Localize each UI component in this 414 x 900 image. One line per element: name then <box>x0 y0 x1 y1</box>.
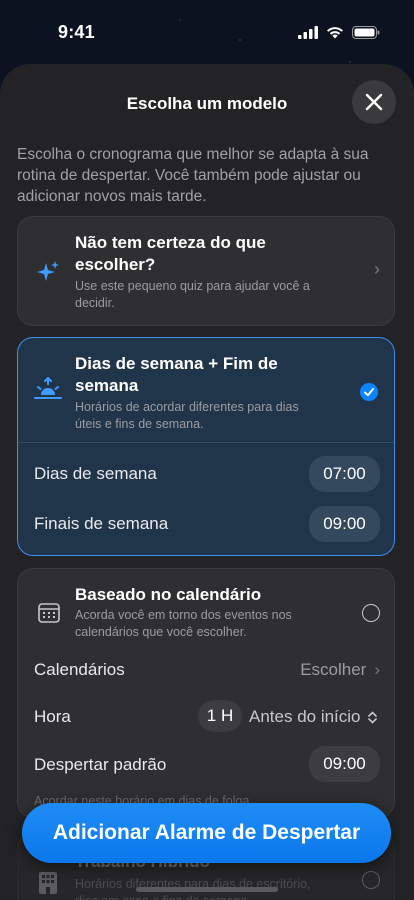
sparkles-icon <box>37 261 59 281</box>
calendars-label: Calendários <box>34 660 125 679</box>
weekends-label: Finais de semana <box>34 514 169 533</box>
time-label: Hora <box>34 707 71 726</box>
calendar-radio[interactable] <box>362 604 380 622</box>
home-indicator <box>136 887 278 892</box>
time-amount-button[interactable]: 1 H <box>198 700 242 732</box>
weekday-card-title: Dias de semana + Fim de semana <box>75 354 278 395</box>
time-relation-value: Antes do início <box>249 707 361 726</box>
battery-icon <box>352 26 380 39</box>
chevron-updown-icon <box>367 710 377 724</box>
quiz-card-title: Não tem certeza do que escolher? <box>75 233 266 274</box>
close-button[interactable] <box>352 80 396 124</box>
divider <box>18 442 394 443</box>
default-wake-time-button[interactable]: 09:00 <box>309 746 380 782</box>
close-icon <box>365 93 383 111</box>
time-relation-picker[interactable]: Antes do início <box>249 707 377 727</box>
signal-icon <box>298 26 318 39</box>
building-icon <box>39 872 57 894</box>
status-time: 9:41 <box>58 22 95 42</box>
calendar-card-title: Baseado no calendário <box>75 585 262 604</box>
calendars-choose-button[interactable]: Escolher › <box>300 660 380 680</box>
sunrise-icon <box>34 377 62 399</box>
hybrid-radio[interactable] <box>362 871 380 889</box>
calendar-icon <box>38 603 60 623</box>
add-wake-alarm-button[interactable]: Adicionar Alarme de Despertar <box>22 803 391 863</box>
weekday-weekend-card[interactable]: Dias de semana + Fim de semana Horários … <box>17 337 395 556</box>
weekends-time-button[interactable]: 09:00 <box>309 506 380 542</box>
chevron-right-icon: › <box>374 259 380 279</box>
status-bar: 9:41 <box>0 0 414 64</box>
default-wake-label: Despertar padrão <box>34 755 167 774</box>
sheet-header: Escolha um modelo <box>0 64 414 144</box>
chevron-right-icon: › <box>374 660 380 679</box>
wifi-icon <box>327 27 343 39</box>
quiz-card[interactable]: Não tem certeza do que escolher? Use est… <box>17 216 395 326</box>
calendars-value: Escolher <box>300 660 367 679</box>
calendar-card-subtitle: Acorda você em torno dos eventos nos cal… <box>75 608 292 639</box>
intro-text: Escolha o cronograma que melhor se adapt… <box>17 146 369 205</box>
quiz-card-subtitle: Use este pequeno quiz para ajudar você a… <box>75 279 310 310</box>
weekdays-label: Dias de semana <box>34 464 157 483</box>
checkmark-circle-icon <box>360 383 378 401</box>
calendar-card[interactable]: Baseado no calendário Acorda você em tor… <box>17 568 395 818</box>
template-sheet: Escolha um modelo Escolha o cronograma q… <box>0 64 414 900</box>
weekdays-time-button[interactable]: 07:00 <box>309 456 380 492</box>
weekday-card-subtitle: Horários de acordar diferentes para dias… <box>75 400 299 431</box>
